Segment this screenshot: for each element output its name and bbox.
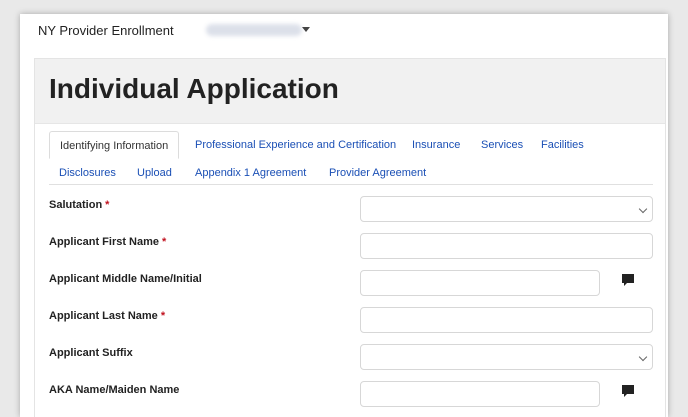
tab-identifying-information[interactable]: Identifying Information bbox=[49, 131, 180, 159]
last-name-input[interactable] bbox=[360, 307, 653, 333]
chevron-down-icon bbox=[638, 352, 648, 362]
suffix-label: Applicant Suffix bbox=[49, 347, 133, 359]
top-navbar: NY Provider Enrollment bbox=[20, 14, 668, 48]
comment-icon[interactable] bbox=[620, 272, 636, 288]
user-menu-caret-icon[interactable] bbox=[302, 27, 310, 32]
tab-appendix-1-agreement[interactable]: Appendix 1 Agreement bbox=[195, 167, 306, 179]
chevron-down-icon bbox=[638, 204, 648, 214]
aka-name-label: AKA Name/Maiden Name bbox=[49, 384, 180, 396]
page-title: Individual Application bbox=[49, 73, 339, 104]
browser-frame: NY Provider Enrollment Individual Applic… bbox=[20, 14, 668, 417]
required-marker: * bbox=[160, 310, 166, 322]
page-container: Individual Application Identifying Infor… bbox=[34, 58, 666, 417]
middle-name-label: Applicant Middle Name/Initial bbox=[49, 273, 202, 285]
tab-upload[interactable]: Upload bbox=[137, 167, 172, 179]
application-card: Identifying Information Professional Exp… bbox=[35, 124, 665, 417]
salutation-label: Salutation * bbox=[49, 199, 110, 211]
tab-insurance[interactable]: Insurance bbox=[412, 139, 460, 151]
page-header: Individual Application bbox=[35, 59, 665, 124]
tab-facilities[interactable]: Facilities bbox=[541, 139, 584, 151]
comment-icon[interactable] bbox=[620, 383, 636, 399]
required-marker: * bbox=[162, 236, 167, 248]
first-name-label: Applicant First Name * bbox=[49, 236, 167, 248]
tab-services[interactable]: Services bbox=[481, 139, 523, 151]
tab-disclosures[interactable]: Disclosures bbox=[59, 167, 116, 179]
tabs-divider bbox=[49, 184, 653, 185]
tab-professional-experience[interactable]: Professional Experience and Certificatio… bbox=[195, 139, 396, 151]
aka-name-input[interactable] bbox=[360, 381, 600, 407]
required-marker: * bbox=[105, 199, 110, 211]
suffix-select[interactable] bbox=[360, 344, 653, 370]
salutation-select[interactable] bbox=[360, 196, 653, 222]
app-title[interactable]: NY Provider Enrollment bbox=[38, 23, 174, 38]
tab-provider-agreement[interactable]: Provider Agreement bbox=[329, 167, 426, 179]
user-menu-name-redacted[interactable] bbox=[206, 24, 302, 36]
first-name-input[interactable] bbox=[360, 233, 653, 259]
last-name-label: Applicant Last Name * bbox=[49, 310, 166, 322]
middle-name-input[interactable] bbox=[360, 270, 600, 296]
